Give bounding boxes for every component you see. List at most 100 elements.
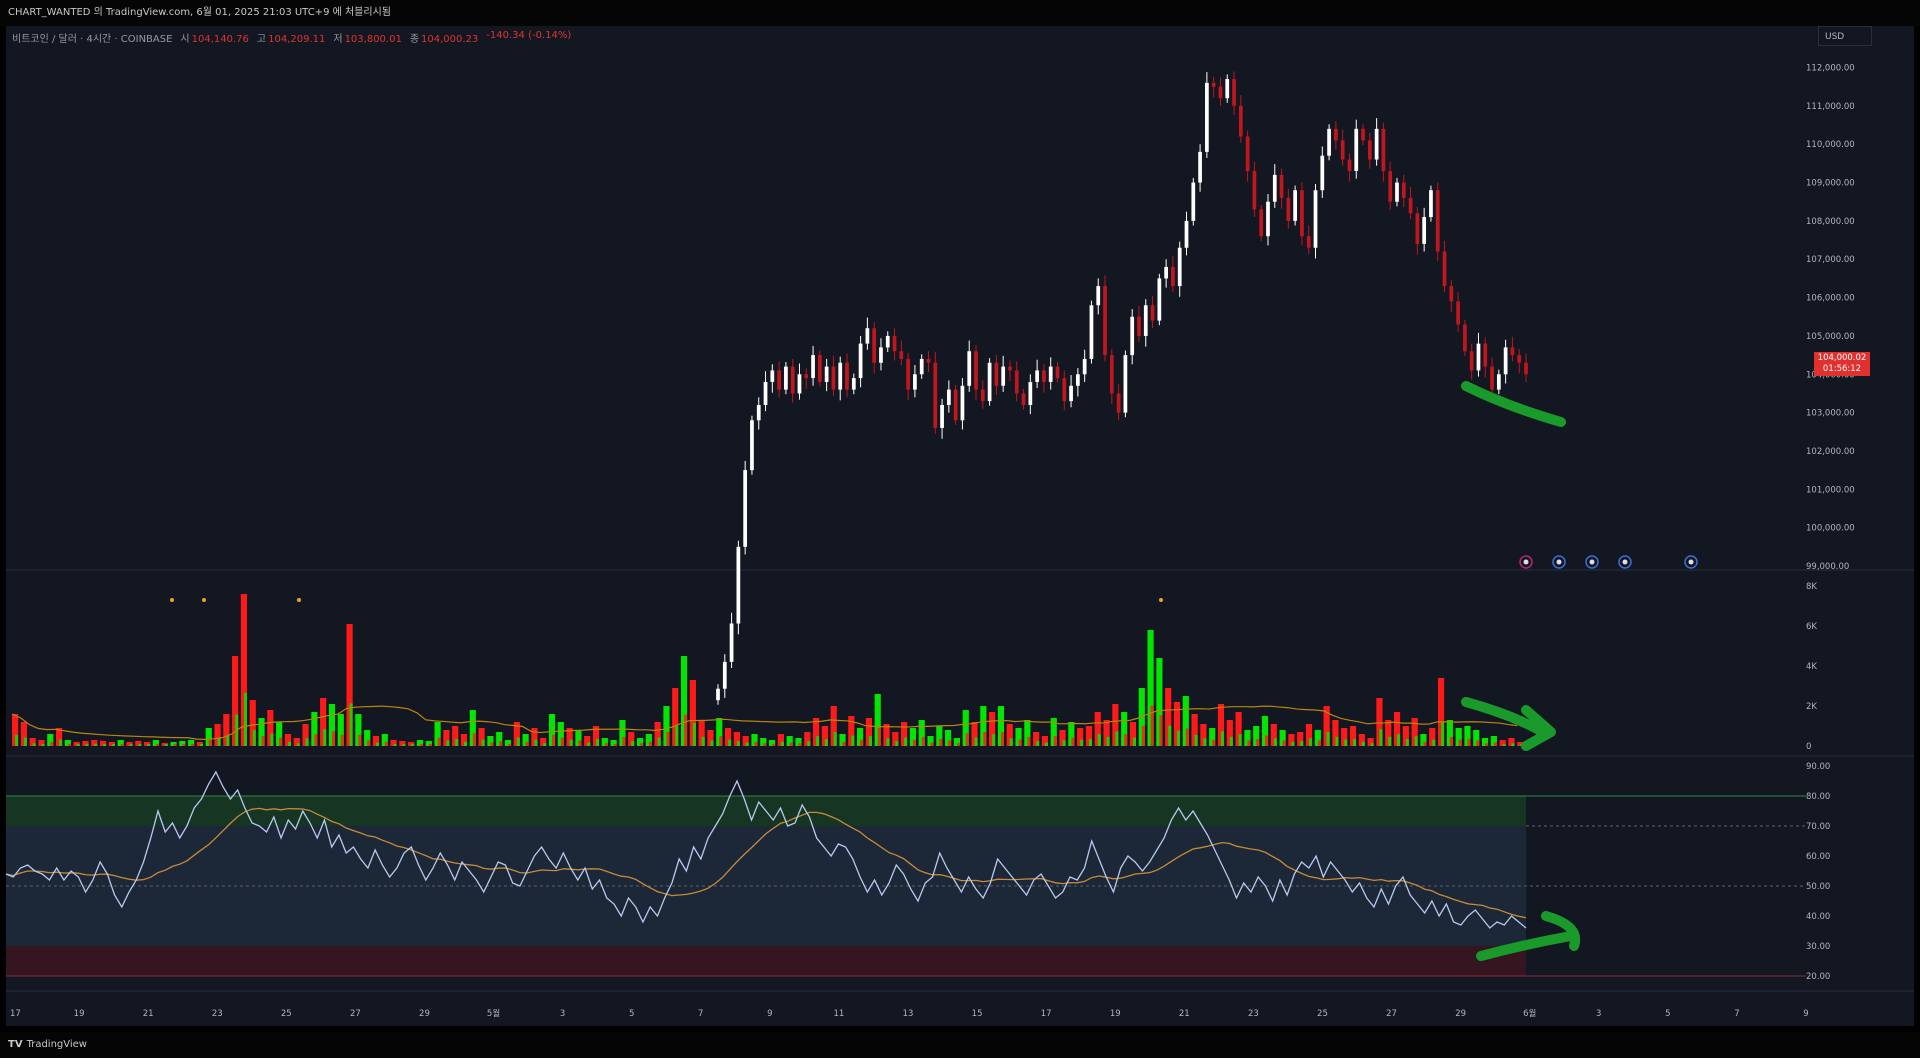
volume-bar bbox=[1388, 736, 1392, 746]
candle bbox=[1048, 366, 1053, 382]
candle bbox=[1415, 213, 1420, 244]
price-axis-label: 109,000.00 bbox=[1806, 179, 1855, 189]
candle bbox=[1035, 370, 1039, 382]
volume-bar bbox=[631, 741, 635, 746]
candle bbox=[1286, 197, 1291, 221]
volume-bar bbox=[15, 734, 19, 746]
volume-bar bbox=[1053, 736, 1057, 746]
volume-bar bbox=[472, 733, 476, 746]
event-marker-dot bbox=[1556, 559, 1562, 565]
change-value: -140.34 (-0.14%) bbox=[486, 30, 572, 41]
candle bbox=[1279, 174, 1284, 198]
time-axis-label: 21 bbox=[1179, 1009, 1190, 1019]
candle bbox=[1503, 347, 1508, 375]
candle bbox=[1157, 278, 1162, 321]
volume-bar bbox=[358, 734, 362, 746]
volume-bar bbox=[912, 739, 916, 746]
volume-bar bbox=[1229, 736, 1233, 746]
volume-bar bbox=[921, 736, 925, 746]
currency-selector[interactable]: USD bbox=[1818, 26, 1872, 46]
candle bbox=[1075, 374, 1080, 386]
candle bbox=[1211, 82, 1216, 87]
volume-bar bbox=[842, 741, 846, 746]
symbol-name[interactable]: 비트코인 / 달러 · 4시간 · COINBASE bbox=[12, 30, 172, 45]
last-price-tag: 104,000.02 01:56:12 bbox=[1814, 352, 1870, 376]
candle bbox=[1252, 171, 1257, 210]
chart-canvas[interactable]: 112,000.00 111,000.00 110,000.00 109,000.00… bbox=[6, 26, 1914, 1026]
candle bbox=[953, 389, 958, 421]
volume-bar bbox=[1150, 705, 1154, 746]
volume-bar bbox=[684, 714, 688, 746]
volume-bar bbox=[279, 737, 283, 746]
event-marker-dot bbox=[1622, 559, 1628, 565]
volume-bar bbox=[1009, 738, 1013, 746]
chart-area[interactable]: 112,000.00 111,000.00 110,000.00 109,000.00… bbox=[6, 26, 1914, 1026]
time-axis-label: 11 bbox=[834, 1009, 845, 1019]
volume-spike-marker bbox=[297, 598, 301, 602]
volume-bar bbox=[648, 741, 652, 746]
candle bbox=[1103, 286, 1107, 356]
volume-bar bbox=[1273, 738, 1277, 746]
volume-bar bbox=[1370, 743, 1374, 746]
high-label: 고 bbox=[256, 34, 267, 45]
app-frame: CHART_WANTED 의 TradingView.com, 6월 01, 2… bbox=[0, 0, 1920, 1058]
volume-bar bbox=[1018, 739, 1022, 746]
window-title: CHART_WANTED 의 TradingView.com, 6월 01, 2… bbox=[0, 0, 1920, 26]
volume-bar bbox=[807, 741, 811, 746]
candle bbox=[933, 362, 938, 428]
volume-bar bbox=[490, 742, 494, 746]
volume-bar bbox=[692, 722, 696, 746]
candle bbox=[1327, 128, 1331, 156]
volume-bar bbox=[560, 737, 564, 746]
volume-bar bbox=[1449, 736, 1453, 746]
candle bbox=[784, 366, 788, 390]
candle bbox=[1205, 82, 1209, 152]
volume-bar bbox=[895, 741, 899, 746]
volume-bar bbox=[1361, 741, 1365, 746]
volume-bar bbox=[1485, 743, 1489, 746]
volume-bar bbox=[508, 743, 512, 746]
volume-bar bbox=[824, 739, 828, 746]
volume-bar bbox=[780, 741, 784, 746]
candle bbox=[1177, 247, 1182, 287]
volume-bar bbox=[419, 743, 424, 746]
price-axis-label: 107,000.00 bbox=[1806, 255, 1855, 265]
volume-axis-label: 2K bbox=[1806, 702, 1817, 712]
volume-spike-marker bbox=[1159, 598, 1163, 602]
volume-bar bbox=[868, 736, 872, 746]
volume-bar bbox=[622, 736, 626, 746]
candle bbox=[885, 335, 890, 348]
tradingview-logo-icon: 𝗧𝗩 bbox=[8, 1039, 23, 1050]
price-axis-label: 106,000.00 bbox=[1806, 294, 1855, 304]
price-axis-label: 110,000.00 bbox=[1806, 140, 1855, 150]
candle bbox=[980, 389, 985, 402]
volume-bar bbox=[1247, 740, 1251, 746]
candle bbox=[1334, 128, 1338, 141]
candle bbox=[1245, 136, 1250, 172]
volume-bar bbox=[886, 738, 890, 746]
volume-bar bbox=[296, 743, 300, 746]
candle bbox=[913, 374, 917, 390]
candle bbox=[1306, 236, 1311, 248]
candle bbox=[1300, 190, 1304, 237]
candle bbox=[750, 420, 754, 471]
candle bbox=[797, 374, 802, 394]
volume-bar bbox=[965, 733, 969, 746]
candle bbox=[1313, 190, 1318, 248]
volume-bar bbox=[437, 737, 441, 746]
candle bbox=[1435, 190, 1440, 252]
low-value: 103,800.01 bbox=[344, 34, 402, 45]
volume-bar bbox=[1097, 734, 1101, 746]
volume-axis-label: 0 bbox=[1806, 742, 1811, 752]
volume-bar bbox=[666, 732, 670, 746]
volume-bar bbox=[59, 739, 63, 746]
volume-bar bbox=[1220, 731, 1225, 746]
time-axis-label: 5 bbox=[629, 1009, 634, 1019]
candle bbox=[940, 404, 944, 428]
time-axis-label: 17 bbox=[10, 1009, 21, 1019]
volume-bar bbox=[103, 744, 107, 746]
candle bbox=[1062, 378, 1067, 402]
volume-bar bbox=[393, 743, 397, 746]
volume-bar bbox=[789, 742, 793, 746]
annotation-stroke bbox=[1461, 381, 1566, 427]
